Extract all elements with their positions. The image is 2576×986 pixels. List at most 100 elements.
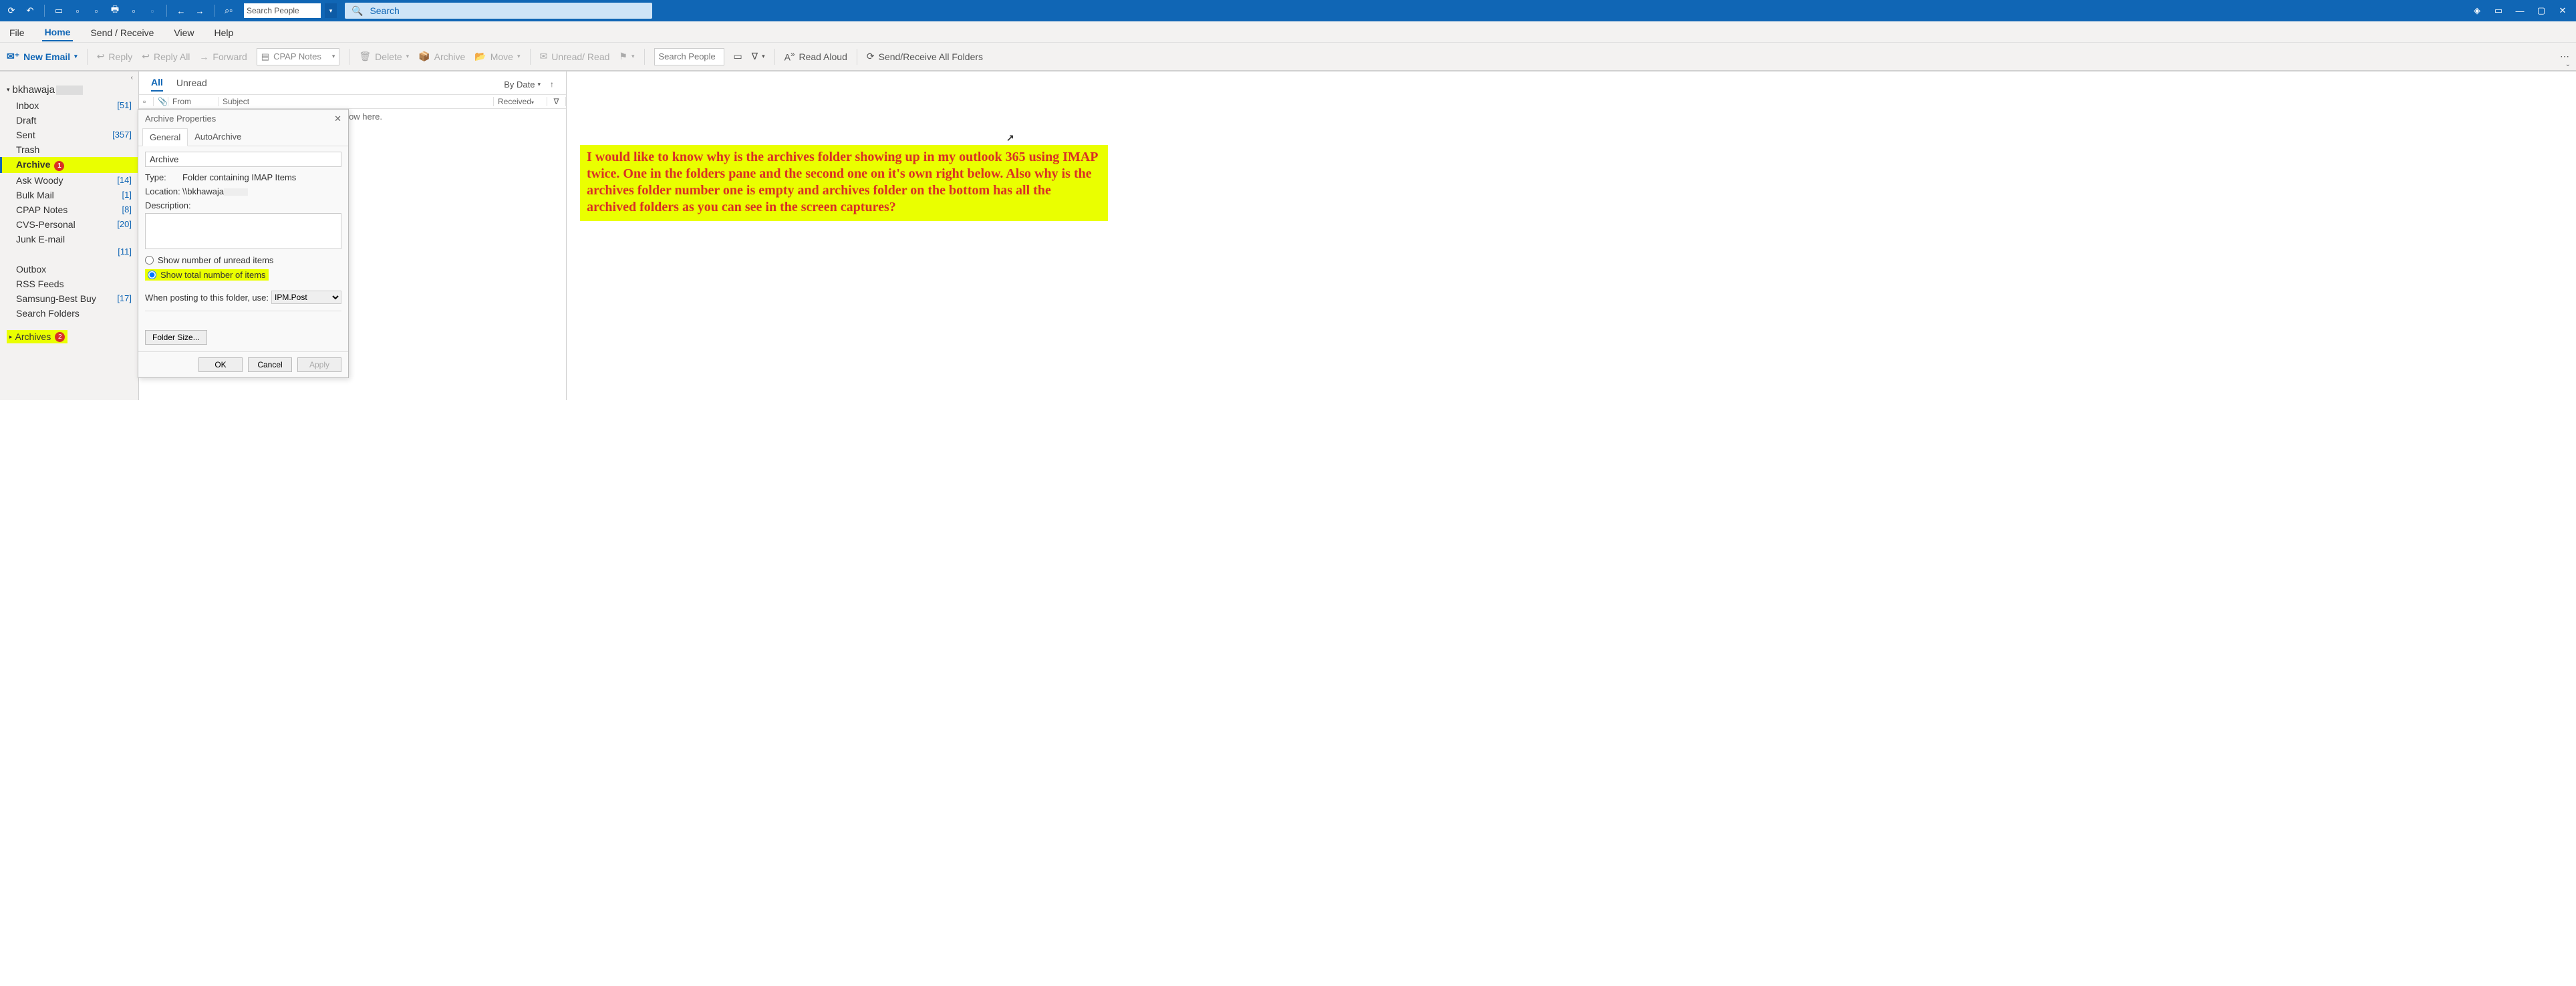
minimize-button[interactable]: — (2511, 3, 2529, 19)
folder-size-button[interactable]: Folder Size... (145, 330, 207, 345)
folder-draft[interactable]: Draft (0, 113, 138, 128)
blank-area (1578, 71, 2576, 400)
archive-button[interactable]: 📦Archive (418, 51, 465, 62)
folder-rss-feeds[interactable]: RSS Feeds (0, 277, 138, 291)
sync-icon: ⟳ (867, 51, 875, 62)
ok-button[interactable]: OK (198, 357, 243, 372)
col-icon[interactable]: ▫ (139, 97, 154, 106)
description-label: Description: (145, 200, 341, 210)
folder-inbox[interactable]: Inbox[51] (0, 98, 138, 113)
qat-icon-3[interactable]: ▫ (89, 3, 104, 18)
envelope-icon: ✉ (540, 51, 548, 62)
folder-samsung-best-buy[interactable]: Samsung-Best Buy[17] (0, 291, 138, 306)
qat-search-people-dropdown[interactable]: ▾ (325, 3, 337, 18)
menu-help[interactable]: Help (212, 23, 237, 41)
radio-unread-items[interactable]: Show number of unread items (145, 255, 341, 265)
sort-direction-icon[interactable]: ↑ (550, 79, 554, 89)
send-receive-all-button[interactable]: ⟳Send/Receive All Folders (867, 51, 983, 62)
dialog-tab-general[interactable]: General (142, 128, 188, 146)
close-button[interactable]: ✕ (2553, 3, 2572, 19)
folder-cpap-notes[interactable]: CPAP Notes[8] (0, 202, 138, 217)
search-people-input[interactable] (654, 48, 724, 65)
menu-view[interactable]: View (171, 23, 196, 41)
back-icon[interactable]: ← (174, 3, 188, 18)
col-subject[interactable]: Subject (219, 97, 494, 106)
type-label: Type: (145, 172, 182, 182)
premium-icon[interactable]: ◈ (2468, 3, 2486, 19)
reply-button[interactable]: ↩Reply (97, 51, 133, 62)
tab-unread[interactable]: Unread (176, 77, 207, 91)
refresh-icon[interactable]: ⟳ (4, 3, 19, 18)
location-label: Location: (145, 186, 182, 196)
folder-name-field[interactable]: Archive (145, 152, 341, 167)
move-icon: 📂 (474, 51, 486, 62)
undo-icon[interactable]: ↶ (23, 3, 37, 18)
read-aloud-button[interactable]: A»Read Aloud (784, 50, 847, 63)
qat-icon-2[interactable]: ▫ (70, 3, 85, 18)
menu-file[interactable]: File (7, 23, 27, 41)
folder-junk-email[interactable]: Junk E-mail (0, 232, 138, 246)
move-button[interactable]: 📂Move▾ (474, 51, 520, 62)
delete-button[interactable]: 🗑Delete▾ (359, 51, 409, 62)
ribbon-mode-icon[interactable]: ▭ (2489, 3, 2508, 19)
reading-pane: I would like to know why is the archives… (567, 71, 1578, 400)
tab-all[interactable]: All (151, 77, 163, 92)
cancel-button[interactable]: Cancel (248, 357, 292, 372)
col-from[interactable]: From (168, 97, 219, 106)
folder-cvs-personal[interactable]: CVS-Personal[20] (0, 217, 138, 232)
find-contact-icon[interactable]: ⌕▫ (221, 3, 236, 18)
collapse-ribbon-caret[interactable]: ⌄ (2565, 61, 2571, 68)
maximize-button[interactable]: ▢ (2532, 3, 2551, 19)
trash-icon: 🗑 (359, 51, 371, 62)
folder-archive[interactable]: Archive1 (0, 157, 138, 173)
print-icon[interactable]: 🖶 (108, 3, 122, 18)
menu-home[interactable]: Home (42, 23, 74, 41)
dialog-close-button[interactable]: ✕ (334, 114, 341, 124)
col-attachment[interactable]: 📎 (154, 97, 168, 106)
reply-all-button[interactable]: ↩Reply All (142, 51, 190, 62)
dialog-title: Archive Properties (145, 114, 216, 124)
folder-sent[interactable]: Sent[357] (0, 128, 138, 142)
addressbook-icon: ▭ (734, 51, 742, 62)
folder-archives-datafile[interactable]: ▸ Archives 2 (7, 330, 67, 343)
folder-outbox[interactable]: Outbox (0, 262, 138, 277)
sort-by-date[interactable]: By Date▾↑ (504, 79, 554, 90)
col-filter[interactable]: ∇ (547, 97, 566, 106)
ribbon: ✉⁺ New Email ▾ ↩Reply ↩Reply All →Forwar… (0, 43, 2576, 71)
chevron-right-icon: ▸ (9, 333, 13, 341)
radio-total-items[interactable]: Show total number of items (145, 269, 269, 281)
unread-read-button[interactable]: ✉Unread/ Read (540, 51, 610, 62)
quick-steps[interactable]: ▤CPAP Notes▾ (257, 48, 340, 65)
annotation-badge-2: 2 (55, 332, 65, 342)
annotation-badge-1: 1 (54, 161, 64, 171)
folder-search-folders[interactable]: Search Folders (0, 306, 138, 321)
categorize-button[interactable]: ⚑▾ (619, 51, 634, 62)
new-email-button[interactable]: ✉⁺ New Email ▾ (7, 51, 78, 62)
global-search[interactable]: 🔍 Search (345, 3, 652, 19)
col-received[interactable]: Received▾ (494, 97, 547, 106)
search-icon: 🔍 (351, 5, 363, 17)
forward-button[interactable]: →Forward (199, 51, 247, 62)
folder-trash[interactable]: Trash (0, 142, 138, 157)
dialog-tab-autoarchive[interactable]: AutoArchive (188, 128, 248, 146)
menu-send-receive[interactable]: Send / Receive (88, 23, 156, 41)
qat-icon-1[interactable]: ▭ (51, 3, 66, 18)
posting-select[interactable]: IPM.Post (271, 291, 341, 304)
mail-icon: ✉⁺ (7, 51, 19, 62)
address-book-button[interactable]: ▭ (734, 51, 742, 62)
qat-search-people[interactable]: Search People (244, 3, 321, 18)
description-field[interactable] (145, 213, 341, 249)
filter-button[interactable]: ∇▾ (752, 51, 765, 62)
forward-icon[interactable]: → (192, 3, 207, 18)
account-header[interactable]: ▾ bkhawaja (0, 81, 138, 98)
apply-button[interactable]: Apply (297, 357, 341, 372)
flag-icon: ⚑ (619, 51, 627, 62)
qat-icon-4[interactable]: ▫ (126, 3, 141, 18)
folder-ask-woody[interactable]: Ask Woody[14] (0, 173, 138, 188)
folder-bulk-mail[interactable]: Bulk Mail[1] (0, 188, 138, 202)
chevron-down-icon: ▾ (7, 86, 10, 94)
qat-icon-5[interactable]: ▫ (145, 3, 160, 18)
column-headers: ▫ 📎 From Subject Received▾ ∇ (139, 94, 566, 109)
collapse-folder-pane[interactable]: ‹ (0, 74, 138, 81)
forward-icon: → (199, 51, 208, 62)
